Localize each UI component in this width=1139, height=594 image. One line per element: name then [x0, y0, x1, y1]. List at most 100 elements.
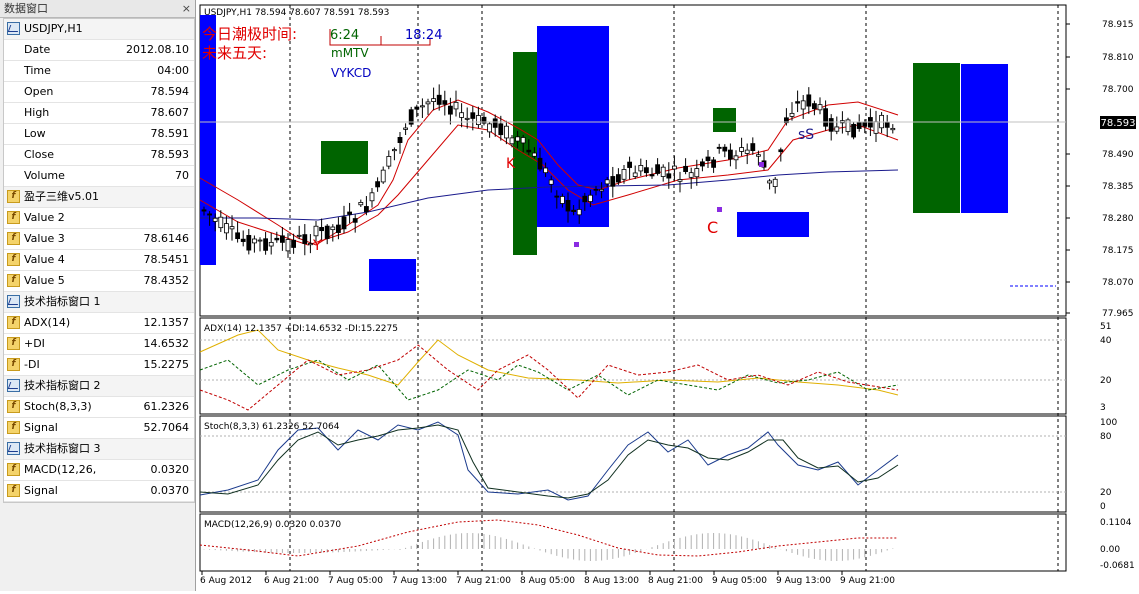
group-header: 技术指标窗口 2 [4, 376, 194, 397]
candle-body [722, 146, 728, 152]
signal-box [537, 26, 609, 227]
data-window-table: USDJPY,H1 Date 2012.08.10 Time 04:00 Open 78.… [3, 18, 195, 503]
group-header: 技术指标窗口 1 [4, 292, 194, 313]
candle-body [313, 225, 319, 237]
candle-body [235, 232, 240, 240]
adx-axis: 51 40 20 3 [1100, 322, 1112, 413]
current-price-label: 78.593 [1101, 118, 1136, 129]
indicator-icon: f [7, 463, 20, 476]
candle-body [565, 200, 571, 212]
candle-body [470, 112, 476, 119]
candle-body [587, 194, 593, 202]
candle-body [453, 101, 459, 110]
indicator-row: f MACD(12,26, 0.0320 [4, 460, 194, 481]
symbol-row: USDJPY,H1 [4, 19, 194, 40]
indicator-icon: f [7, 316, 20, 329]
candle-body [520, 137, 526, 144]
candle-body [582, 195, 588, 203]
adx-tick-label: 3 [1100, 403, 1106, 413]
candle-body [554, 195, 560, 198]
row-label: Signal [24, 484, 58, 497]
candle-body [812, 103, 817, 110]
candle-body [403, 127, 409, 130]
candle-body [856, 122, 862, 129]
candle-body [280, 235, 285, 243]
candle-body [666, 173, 672, 179]
signal-box [737, 212, 809, 237]
close-icon[interactable]: × [182, 0, 191, 17]
chart-area[interactable]: 78.915 78.810 78.700 78.490 78.385 78.280 78.1… [198, 0, 1139, 591]
row-label: 技术指标窗口 3 [24, 442, 101, 455]
indicator-icon: f [7, 400, 20, 413]
field-row: Low 78.591 [4, 124, 194, 145]
row-label: Value 2 [24, 211, 65, 224]
candle-body [475, 115, 481, 125]
candle-body [464, 117, 470, 120]
candle-body [548, 179, 554, 185]
candle-body [621, 169, 627, 180]
candle-body [319, 227, 324, 232]
candle-body [380, 169, 386, 183]
candle-body [492, 118, 498, 128]
indicator-group: f 盈子三维v5.01 f Value 2 f Value 3 78.6146 f Value … [4, 187, 194, 292]
candle-body [873, 121, 879, 134]
price-axis: 78.915 78.810 78.700 78.490 78.385 78.280 78.1… [1066, 20, 1134, 319]
label-vykcd: VYKCD [331, 66, 371, 80]
price-tick-label: 78.070 [1102, 278, 1134, 288]
time-axis: 6 Aug 2012 6 Aug 21:00 7 Aug 05:00 7 Aug 13… [200, 571, 895, 586]
candle-body [291, 239, 296, 248]
group-header: 技术指标窗口 3 [4, 439, 194, 460]
candle-body [369, 192, 375, 202]
candle-body [638, 165, 644, 172]
candle-body [772, 178, 778, 187]
data-window: 数据窗口 × USDJPY,H1 Date 2012.08.10 Time 04:00… [0, 0, 196, 591]
row-value: 12.1357 [143, 316, 190, 329]
candle-body [503, 125, 509, 139]
candle-body [806, 94, 812, 107]
future-days-label: 未来五天: [202, 44, 267, 62]
candle-body [559, 196, 565, 204]
candle-body [442, 100, 448, 105]
candle-body [436, 94, 442, 105]
candle-body [671, 165, 677, 170]
field-row: Time 04:00 [4, 61, 194, 82]
candle-body [615, 174, 621, 183]
candle-body [296, 234, 302, 237]
candle-body [531, 152, 537, 157]
candle-body [223, 223, 229, 234]
row-label: 技术指标窗口 1 [24, 295, 101, 308]
row-value: 04:00 [157, 64, 189, 77]
row-value: 78.6146 [143, 232, 190, 245]
candle-body [834, 126, 840, 132]
candle-body [274, 237, 280, 241]
chart-header: USDJPY,H1 78.594 78.607 78.591 78.593 [204, 8, 389, 18]
candle-body [487, 123, 493, 133]
time-tick-label: 9 Aug 13:00 [776, 576, 831, 586]
candle-body [431, 98, 437, 102]
macd-axis: 0.1104 0.00 -0.0681 [1100, 518, 1135, 571]
row-value: 78.607 [150, 106, 190, 119]
indicator-row: f +DI 14.6532 [4, 334, 194, 355]
group-header: f 盈子三维v5.01 [4, 187, 194, 208]
candle-body [655, 164, 661, 174]
candle-body [890, 127, 896, 131]
indicator-row: f Value 5 78.4352 [4, 271, 194, 292]
candle-body [660, 166, 666, 177]
indicator-row: f ADX(14) 12.1357 [4, 313, 194, 334]
candle-body [302, 234, 308, 244]
candle-body [716, 146, 722, 149]
row-value: 14.6532 [143, 337, 190, 350]
row-label: Stoch(8,3,3) [24, 400, 92, 413]
chart-canvas[interactable]: 78.915 78.810 78.700 78.490 78.385 78.280 78.1… [198, 0, 1139, 591]
candle-body [543, 167, 549, 174]
indicator-row: f Signal 0.0370 [4, 481, 194, 502]
time-tick-label: 7 Aug 05:00 [328, 576, 383, 586]
data-window-titlebar[interactable]: 数据窗口 × [0, 0, 195, 18]
macd-tick-label: 0.1104 [1100, 518, 1132, 528]
candle-body [817, 104, 823, 111]
row-label: Close [24, 148, 54, 161]
candle-body [425, 101, 431, 105]
candle-body [576, 208, 582, 216]
row-value: 78.593 [150, 148, 190, 161]
candle-body [509, 137, 515, 145]
